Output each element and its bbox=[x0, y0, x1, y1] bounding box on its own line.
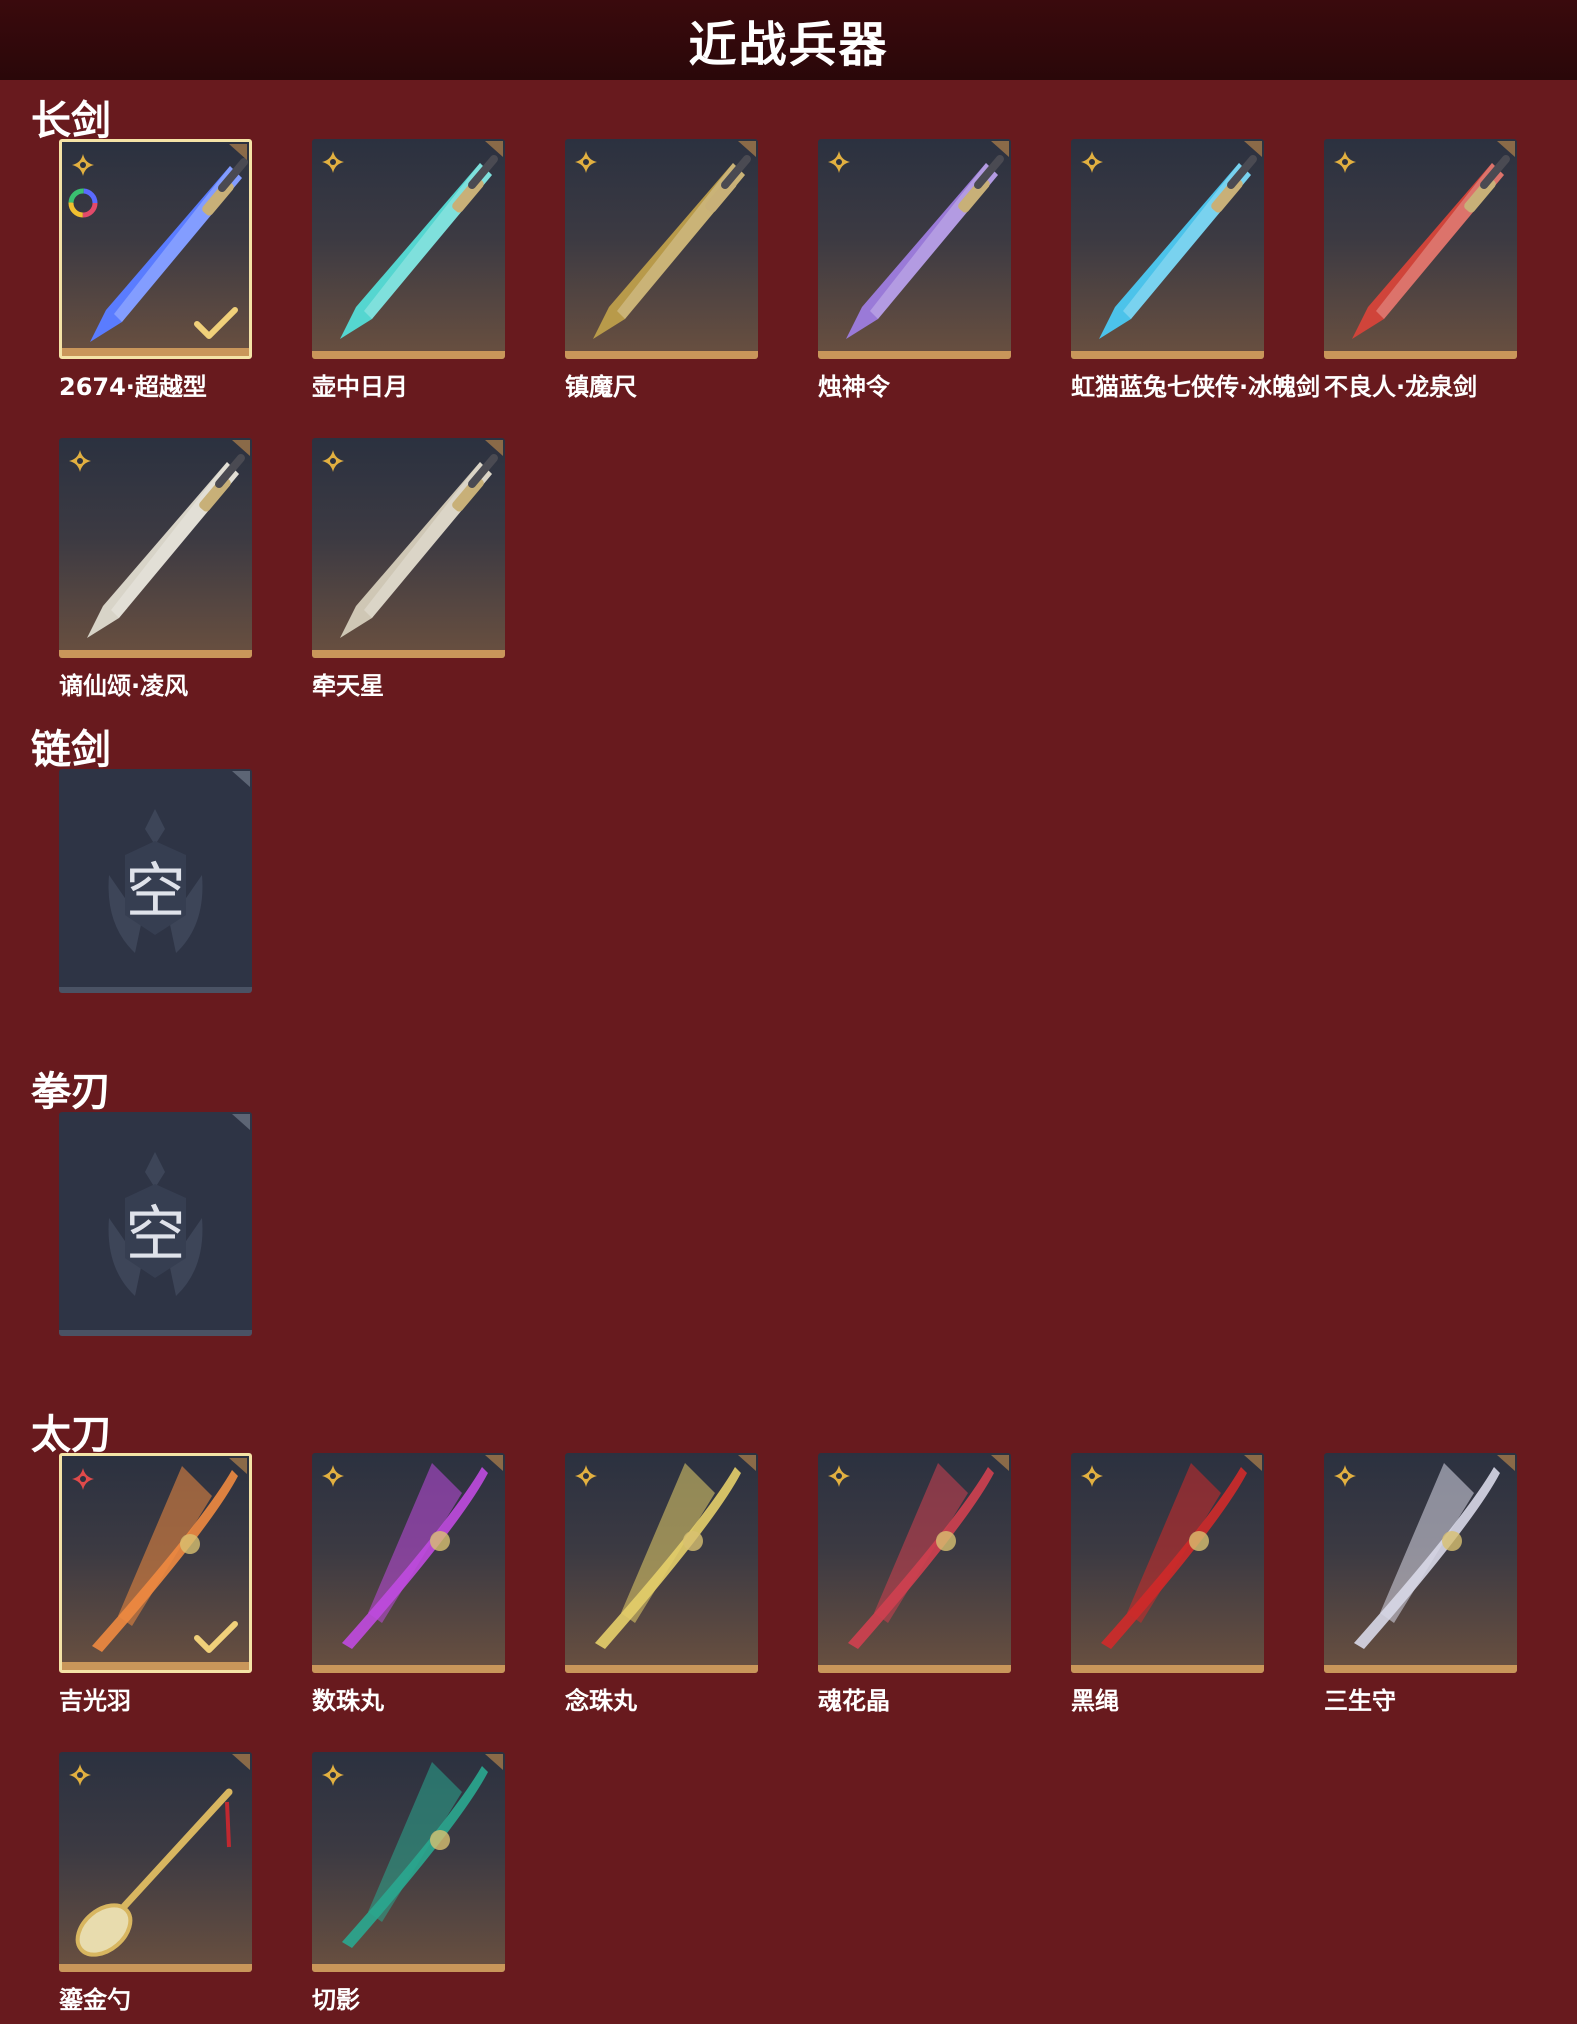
weapon-name: 三生守 bbox=[1324, 1687, 1396, 1715]
gold-star-icon bbox=[320, 448, 346, 474]
weapon-name: 不良人·龙泉剑 bbox=[1324, 373, 1478, 401]
page-title: 近战兵器 bbox=[688, 17, 889, 73]
gold-star-icon bbox=[320, 149, 346, 175]
corner-tab bbox=[232, 771, 250, 787]
weapon-card[interactable] bbox=[312, 139, 505, 359]
weapon-card[interactable] bbox=[312, 1752, 505, 1972]
category-title-longsword: 长剑 bbox=[31, 98, 111, 144]
weapon-card[interactable] bbox=[59, 139, 252, 359]
weapon-tile[interactable]: 不良人·龙泉剑 bbox=[1324, 139, 1517, 401]
category-title-tachi: 太刀 bbox=[31, 1412, 111, 1458]
weapon-name: 吉光羽 bbox=[59, 1687, 131, 1715]
weapon-card[interactable] bbox=[59, 438, 252, 658]
gold-star-icon bbox=[826, 1463, 852, 1489]
weapon-tile[interactable]: 2674·超越型 bbox=[59, 139, 252, 401]
weapon-name: 鎏金勺 bbox=[59, 1986, 131, 2014]
weapon-card[interactable] bbox=[818, 1453, 1011, 1673]
empty-label: 空 bbox=[125, 857, 186, 927]
weapon-card[interactable] bbox=[1071, 1453, 1264, 1673]
category-title-fistblade: 拳刃 bbox=[31, 1069, 111, 1115]
gold-star-icon bbox=[1079, 149, 1105, 175]
gold-star-icon bbox=[67, 1762, 93, 1788]
weapon-tile[interactable]: 烛神令 bbox=[818, 139, 1011, 401]
weapon-card[interactable] bbox=[818, 139, 1011, 359]
gold-star-icon bbox=[1332, 149, 1358, 175]
weapon-name: 念珠丸 bbox=[565, 1687, 637, 1715]
weapon-name: 谪仙颂·凌风 bbox=[59, 672, 189, 700]
weapon-tile[interactable]: 谪仙颂·凌风 bbox=[59, 438, 252, 700]
weapon-tile[interactable]: 吉光羽 bbox=[59, 1453, 252, 1715]
checkmark-icon bbox=[193, 306, 239, 340]
weapon-card[interactable] bbox=[1324, 139, 1517, 359]
weapon-name: 镇魔尺 bbox=[565, 373, 637, 401]
weapon-tile[interactable]: 镇魔尺 bbox=[565, 139, 758, 401]
weapon-name: 虹猫蓝兔七侠传·冰魄剑 bbox=[1071, 373, 1321, 401]
page-header: 近战兵器 bbox=[0, 0, 1577, 80]
weapon-card[interactable] bbox=[59, 1453, 252, 1673]
empty-label: 空 bbox=[125, 1200, 186, 1270]
gold-star-icon bbox=[70, 152, 96, 178]
gold-star-icon bbox=[67, 448, 93, 474]
weapon-tile[interactable]: 数珠丸 bbox=[312, 1453, 505, 1715]
gold-star-icon bbox=[826, 149, 852, 175]
category-title-chainsword: 链剑 bbox=[31, 727, 111, 773]
gold-star-icon bbox=[320, 1463, 346, 1489]
weapon-name: 2674·超越型 bbox=[59, 373, 207, 401]
checkmark-icon bbox=[193, 1620, 239, 1654]
weapon-tile[interactable]: 壶中日月 bbox=[312, 139, 505, 401]
weapon-tile[interactable]: 魂花晶 bbox=[818, 1453, 1011, 1715]
empty-slot-chainsword[interactable]: 空 bbox=[59, 769, 252, 993]
weapon-card[interactable] bbox=[565, 1453, 758, 1673]
gold-star-icon bbox=[573, 1463, 599, 1489]
gold-star-icon bbox=[1079, 1463, 1105, 1489]
weapon-card[interactable] bbox=[312, 1453, 505, 1673]
gold-star-icon bbox=[1332, 1463, 1358, 1489]
weapon-tile[interactable]: 念珠丸 bbox=[565, 1453, 758, 1715]
weapon-card[interactable] bbox=[1324, 1453, 1517, 1673]
weapon-tile[interactable]: 鎏金勺 bbox=[59, 1752, 252, 2014]
empty-slot-fistblade[interactable]: 空 bbox=[59, 1112, 252, 1336]
weapon-name: 壶中日月 bbox=[312, 373, 408, 401]
weapon-tile[interactable]: 黑绳 bbox=[1071, 1453, 1264, 1715]
weapon-name: 牵天星 bbox=[312, 672, 384, 700]
red-star-icon bbox=[70, 1466, 96, 1492]
corner-tab bbox=[232, 1114, 250, 1130]
weapon-name: 数珠丸 bbox=[312, 1687, 384, 1715]
weapon-name: 烛神令 bbox=[818, 373, 890, 401]
weapon-name: 切影 bbox=[312, 1986, 360, 2014]
weapon-card[interactable] bbox=[59, 1752, 252, 1972]
gold-star-icon bbox=[573, 149, 599, 175]
weapon-card[interactable] bbox=[565, 139, 758, 359]
weapon-name: 魂花晶 bbox=[818, 1687, 890, 1715]
weapon-name: 黑绳 bbox=[1071, 1687, 1119, 1715]
color-ring-icon bbox=[66, 186, 100, 220]
weapon-tile[interactable]: 虹猫蓝兔七侠传·冰魄剑 bbox=[1071, 139, 1320, 401]
weapon-tile[interactable]: 牵天星 bbox=[312, 438, 505, 700]
weapon-card[interactable] bbox=[312, 438, 505, 658]
weapon-tile[interactable]: 切影 bbox=[312, 1752, 505, 2014]
weapon-card[interactable] bbox=[1071, 139, 1264, 359]
weapon-tile[interactable]: 三生守 bbox=[1324, 1453, 1517, 1715]
gold-star-icon bbox=[320, 1762, 346, 1788]
